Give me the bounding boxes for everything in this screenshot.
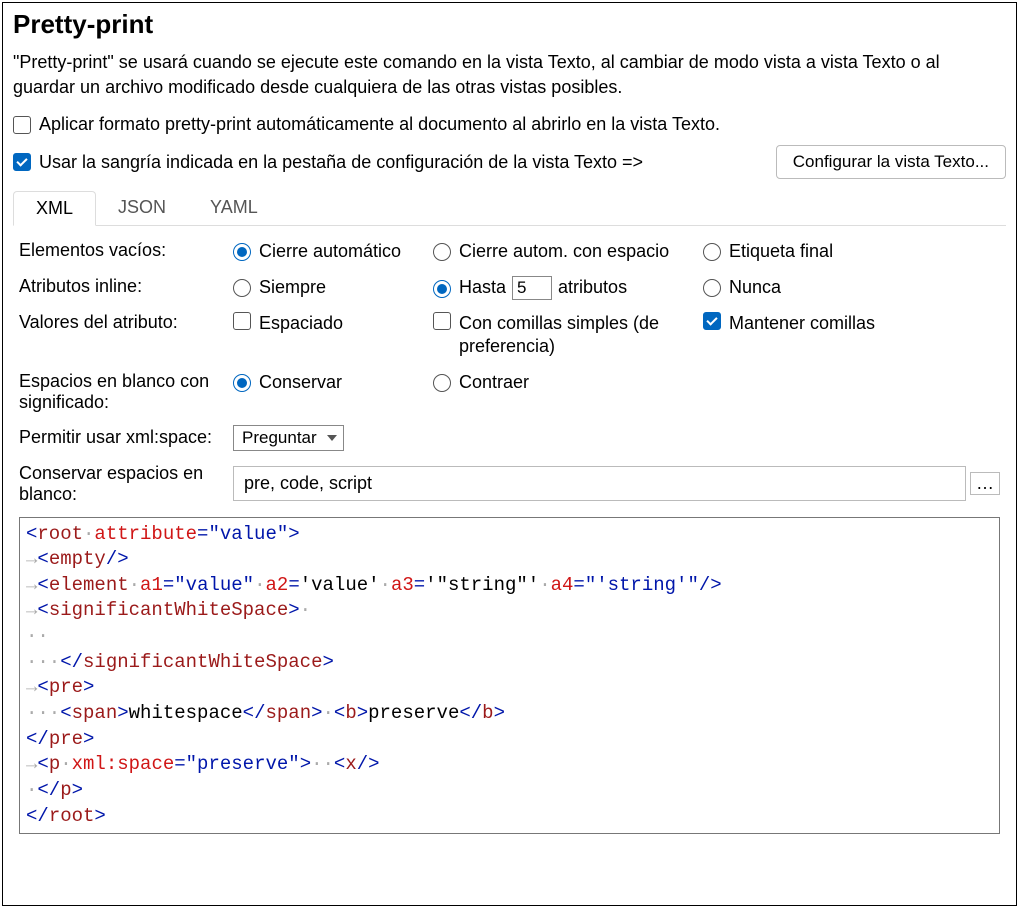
ws-preserve[interactable]: Conservar — [233, 371, 433, 394]
checkbox-icon[interactable] — [233, 312, 251, 330]
preserve-ws-browse-button[interactable]: … — [970, 472, 1000, 495]
inline-count-input[interactable] — [512, 276, 552, 300]
format-tabstrip: XML JSON YAML — [13, 191, 1006, 226]
radio-icon[interactable] — [433, 243, 451, 261]
preserve-ws-label: Conservar espacios en blanco: — [19, 463, 233, 505]
empty-elements-row: Elementos vacíos: Cierre automático Cier… — [19, 240, 1000, 263]
attrval-single-quotes[interactable]: Con comillas simples (de preferencia) — [433, 312, 703, 359]
radio-icon[interactable] — [233, 243, 251, 261]
chevron-down-icon — [327, 435, 337, 441]
inline-attrs-label: Atributos inline: — [19, 276, 233, 297]
auto-apply-label: Aplicar formato pretty-print automáticam… — [39, 114, 720, 135]
radio-icon[interactable] — [433, 374, 451, 392]
radio-icon[interactable] — [703, 279, 721, 297]
auto-apply-checkbox[interactable] — [13, 116, 31, 134]
radio-icon[interactable] — [703, 243, 721, 261]
tab-json[interactable]: JSON — [96, 191, 188, 225]
radio-icon[interactable] — [233, 374, 251, 392]
xmlspace-dropdown[interactable]: Preguntar — [233, 425, 344, 451]
inline-opt-always[interactable]: Siempre — [233, 276, 433, 299]
attrval-keep-quotes[interactable]: Mantener comillas — [703, 312, 1000, 335]
use-indent-checkbox[interactable] — [13, 153, 31, 171]
xmlspace-label: Permitir usar xml:space: — [19, 427, 233, 448]
attr-values-row: Valores del atributo: Espaciado Con comi… — [19, 312, 1000, 359]
empty-opt-autoclose[interactable]: Cierre automático — [233, 240, 433, 263]
checkbox-icon[interactable] — [433, 312, 451, 330]
preserve-ws-row: Conservar espacios en blanco: … — [19, 463, 1000, 505]
xml-preview: <root·attribute="value"> →<empty/> →<ele… — [19, 517, 1000, 835]
empty-opt-endtag[interactable]: Etiqueta final — [703, 240, 1000, 263]
empty-elements-label: Elementos vacíos: — [19, 240, 233, 261]
preserve-ws-input[interactable] — [233, 466, 966, 501]
checkbox-icon[interactable] — [703, 312, 721, 330]
tab-xml[interactable]: XML — [13, 191, 96, 226]
attrval-spaced[interactable]: Espaciado — [233, 312, 433, 335]
configure-text-view-button[interactable]: Configurar la vista Texto... — [776, 145, 1006, 179]
inline-attrs-row: Atributos inline: Siempre Hasta atributo… — [19, 276, 1000, 300]
attr-values-label: Valores del atributo: — [19, 312, 233, 333]
intro-text: "Pretty-print" se usará cuando se ejecut… — [13, 50, 1006, 100]
pretty-print-panel: Pretty-print "Pretty-print" se usará cua… — [2, 2, 1017, 906]
ws-collapse[interactable]: Contraer — [433, 371, 703, 394]
inline-opt-upto[interactable]: Hasta atributos — [433, 276, 703, 300]
tab-yaml[interactable]: YAML — [188, 191, 280, 225]
xml-tab-content: Elementos vacíos: Cierre automático Cier… — [13, 226, 1006, 840]
whitespace-row: Espacios en blanco con significado: Cons… — [19, 371, 1000, 413]
use-indent-label: Usar la sangría indicada en la pestaña d… — [39, 152, 643, 173]
page-title: Pretty-print — [13, 9, 1006, 40]
whitespace-label: Espacios en blanco con significado: — [19, 371, 233, 413]
empty-opt-autoclose-space[interactable]: Cierre autom. con espacio — [433, 240, 703, 263]
radio-icon[interactable] — [233, 279, 251, 297]
xmlspace-value: Preguntar — [242, 428, 317, 448]
inline-opt-never[interactable]: Nunca — [703, 276, 1000, 299]
use-indent-row: Usar la sangría indicada en la pestaña d… — [13, 145, 1006, 179]
radio-icon[interactable] — [433, 280, 451, 298]
xmlspace-row: Permitir usar xml:space: Preguntar — [19, 425, 1000, 451]
auto-apply-row[interactable]: Aplicar formato pretty-print automáticam… — [13, 114, 1006, 135]
